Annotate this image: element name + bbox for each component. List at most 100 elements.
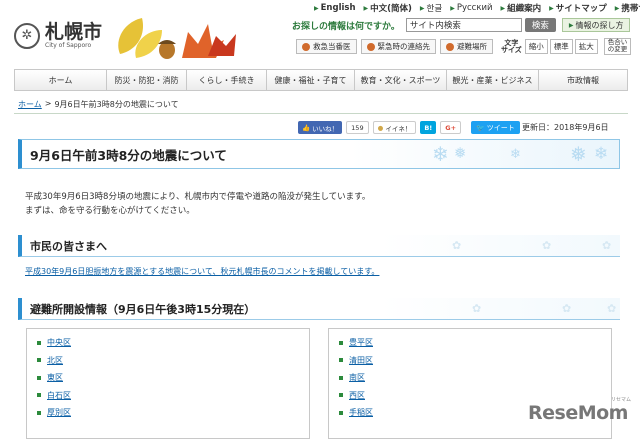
list-item: 中央区 [37, 334, 299, 352]
site-header: ✲ 札幌市 City of Sapporo ▶ English ▶ 中文(简体) ▶… [0, 0, 640, 64]
triangle-right-icon: ▶ [500, 4, 506, 12]
snowflake-icon: ❄ [594, 144, 609, 164]
ward-link[interactable]: 手稲区 [349, 407, 373, 418]
emergency-doctor-button[interactable]: 救急当番医 [296, 39, 357, 54]
triangle-right-icon: ▶ [568, 21, 574, 29]
global-nav: ホーム 防災・防犯・消防 くらし・手続き 健康・福祉・子育て 教育・文化・スポー… [14, 69, 628, 91]
language-bar: ▶ English ▶ 中文(简体) ▶ 한글 ▶ Русский ▶ 組織案内 ▶ サイト… [314, 2, 640, 14]
list-item: 東区 [37, 369, 299, 387]
page-title: 9月6日午前3時8分の地震について [30, 147, 227, 163]
link-mobile-site[interactable]: ▶携帯サイト [615, 2, 640, 14]
search-button[interactable]: 検索 [524, 18, 556, 32]
breadcrumb-current: 9月6日午前3時8分の地震について [54, 100, 179, 109]
triangle-right-icon: ▶ [549, 4, 554, 12]
text-size-large-button[interactable]: 拡大 [574, 39, 598, 54]
bullet-icon [37, 410, 41, 415]
list-item: 南区 [339, 369, 601, 387]
bullet-icon [339, 358, 343, 363]
page-title-box: 9月6日午前3時8分の地震について ❄ ❅ ❄ ❅ ❄ [18, 139, 620, 169]
logo-subtitle: City of Sapporo [45, 42, 92, 49]
lang-chinese[interactable]: ▶ 中文(简体) [364, 2, 412, 14]
ward-link[interactable]: 北区 [47, 355, 63, 366]
divider [14, 113, 628, 114]
nav-city-info[interactable]: 市政情報 [539, 70, 627, 90]
bullet-icon [339, 410, 343, 415]
emergency-contacts-button[interactable]: 緊急時の連絡先 [360, 39, 436, 54]
hospital-icon [302, 42, 310, 51]
snowflake-icon: ❅ [570, 142, 587, 166]
sprig-decoration-icon: ✿ [602, 239, 612, 252]
section-heading: 避難所開設情報（9月6日午後3時15分現在） ✿ ✿ ✿ [18, 298, 620, 320]
sprig-decoration-icon: ✿ [452, 239, 462, 252]
bullet-icon [339, 393, 343, 398]
mixi-icon: ● [377, 123, 384, 132]
ward-link[interactable]: 清田区 [349, 355, 373, 366]
breadcrumb-home[interactable]: ホーム [18, 99, 42, 110]
twitter-bird-icon: 🐦 [476, 123, 485, 132]
list-item: 豊平区 [339, 334, 601, 352]
lang-english[interactable]: ▶ English [314, 2, 356, 14]
text-size-small-button[interactable]: 縮小 [524, 39, 548, 54]
snowflake-icon: ❅ [454, 144, 467, 162]
nav-education-culture[interactable]: 教育・文化・スポーツ [355, 70, 447, 90]
nav-health-welfare[interactable]: 健康・福祉・子育て [267, 70, 355, 90]
bullet-icon [37, 393, 41, 398]
section-heading: 市民の皆さまへ ✿ ✿ ✿ [18, 235, 620, 257]
bullet-icon [339, 340, 343, 345]
ward-link[interactable]: 西区 [349, 390, 365, 401]
triangle-right-icon: ▶ [614, 4, 620, 12]
section-title: 避難所開設情報（9月6日午後3時15分現在） [30, 302, 256, 316]
bullet-icon [37, 340, 41, 345]
logo-name: 札幌市 [45, 21, 103, 43]
nav-tourism-business[interactable]: 観光・産業・ビジネス [447, 70, 539, 90]
shelter-ward-list-left: 中央区 北区 東区 白石区 厚別区 [26, 328, 310, 439]
sprig-decoration-icon: ✿ [607, 302, 617, 315]
text-size-label: 文字 サイズ [501, 38, 522, 54]
sprig-decoration-icon: ✿ [542, 239, 552, 252]
social-buttons: 👍 いいね！ 159 ● イイネ！ B! G+ [298, 121, 462, 134]
breadcrumb: ホーム > 9月6日午前3時8分の地震について [18, 99, 179, 110]
tweet-button[interactable]: 🐦 ツイート [471, 121, 520, 134]
hatena-bookmark-button[interactable]: B! [420, 121, 437, 134]
google-plus-button[interactable]: G+ [440, 121, 462, 134]
link-sitemap[interactable]: ▶ サイトマップ [549, 2, 607, 14]
phone-icon [366, 42, 375, 51]
city-emblem-icon: ✲ [14, 22, 40, 49]
snowflake-icon: ❄ [510, 147, 521, 162]
nav-living[interactable]: くらし・手続き [187, 70, 267, 90]
lang-russian[interactable]: ▶ Русский [450, 2, 492, 14]
site-logo[interactable]: ✲ 札幌市 City of Sapporo [14, 22, 102, 49]
nav-home[interactable]: ホーム [15, 70, 107, 90]
triangle-right-icon: ▶ [314, 4, 319, 12]
bullet-icon [339, 375, 343, 380]
sprig-decoration-icon: ✿ [472, 302, 482, 315]
ward-link[interactable]: 豊平区 [349, 337, 373, 348]
evacuation-sites-button[interactable]: 避難場所 [440, 39, 493, 54]
search-question: お探しの情報は何ですか。 [292, 21, 400, 32]
nav-disaster-prevention[interactable]: 防災・防犯・消防 [107, 70, 187, 90]
list-item: 白石区 [37, 387, 299, 405]
find-info-button[interactable]: ▶ 情報の探し方 [561, 18, 631, 32]
bullet-icon [37, 375, 41, 380]
facebook-like-button[interactable]: 👍 いいね！ [298, 121, 343, 134]
lang-korean[interactable]: ▶ 한글 [420, 2, 442, 14]
autumn-leaves-illustration [118, 18, 236, 59]
ward-link[interactable]: 白石区 [47, 390, 71, 401]
snowflake-icon: ❄ [432, 142, 449, 166]
resemom-watermark: ReseMom [528, 402, 628, 424]
section-title: 市民の皆さまへ [30, 239, 107, 253]
utility-row: 救急当番医 緊急時の連絡先 避難場所 文字 サイズ 縮小 標準 拡大 色合い の変更 [296, 38, 632, 55]
mayor-comment-link[interactable]: 平成30年9月6日胆振地方を震源とする地震について、秋元札幌市長のコメントを掲載… [25, 266, 379, 277]
ward-link[interactable]: 東区 [47, 372, 63, 383]
search-input[interactable] [405, 18, 522, 32]
ward-link[interactable]: 中央区 [47, 337, 71, 348]
color-change-button[interactable]: 色合い の変更 [603, 38, 632, 55]
mixi-button[interactable]: ● イイネ！ [372, 121, 417, 134]
search-row: お探しの情報は何ですか。 検索 ▶ 情報の探し方 [292, 18, 631, 32]
link-organization[interactable]: ▶ 組織案内 [501, 2, 542, 14]
text-size-normal-button[interactable]: 標準 [549, 39, 573, 54]
evacuation-icon [446, 42, 454, 51]
thumbs-up-icon: 👍 [302, 123, 311, 132]
ward-link[interactable]: 厚別区 [47, 407, 71, 418]
ward-link[interactable]: 南区 [349, 372, 365, 383]
